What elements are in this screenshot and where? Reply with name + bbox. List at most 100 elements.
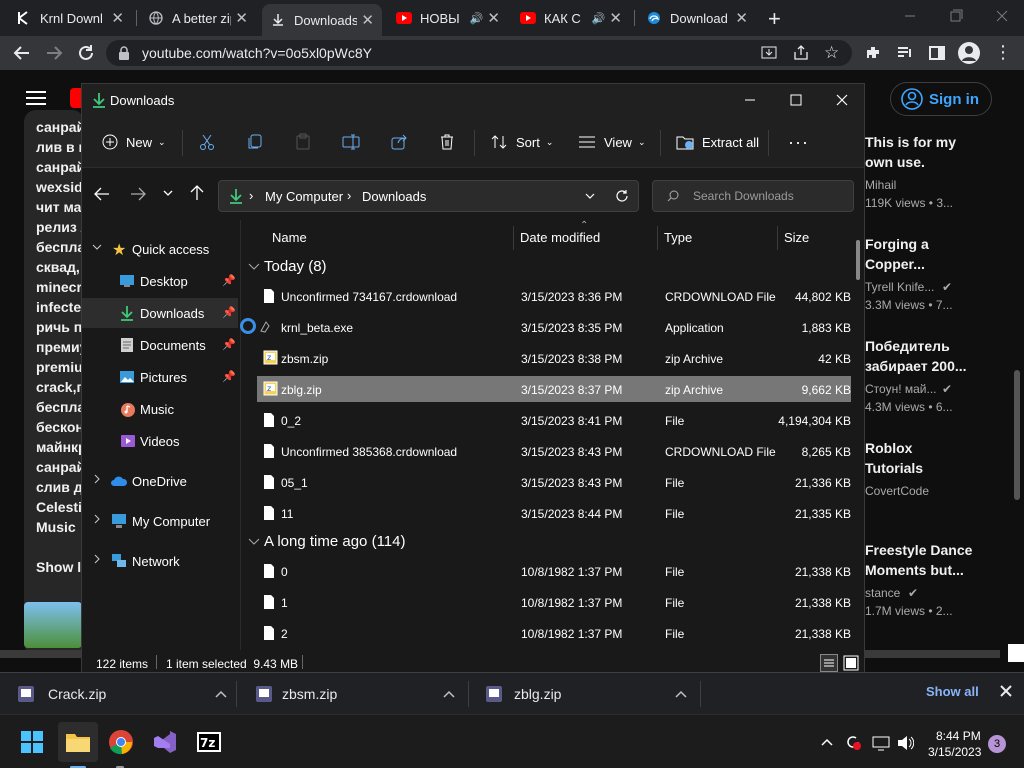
nav-item-network[interactable]: Network	[82, 546, 238, 576]
pin-icon[interactable]: 📌	[222, 338, 236, 351]
back-icon[interactable]	[94, 187, 110, 201]
install-app-icon[interactable]	[760, 44, 778, 62]
visual-studio-taskbar-icon[interactable]	[150, 727, 180, 757]
clock-date[interactable]: 3/15/2023	[928, 745, 981, 759]
more-options-icon[interactable]: ···	[788, 130, 809, 154]
explorer-titlebar[interactable]: Downloads	[82, 84, 864, 116]
file-row[interactable]: 2 10/8/1982 1:37 PM File 21,338 KB	[257, 620, 851, 640]
pane-divider[interactable]	[240, 220, 241, 650]
file-row[interactable]: 11 3/15/2023 8:44 PM File 21,335 KB	[257, 500, 851, 526]
volume-icon[interactable]	[896, 735, 914, 751]
nav-item-documents[interactable]: Documents 📌	[82, 330, 238, 360]
file-row[interactable]: z zbsm.zip 3/15/2023 8:38 PM zip Archive…	[257, 345, 851, 371]
file-row[interactable]: 0_2 3/15/2023 8:41 PM File 4,194,304 KB	[257, 407, 851, 433]
column-header-size[interactable]: Size	[784, 230, 809, 245]
profile-avatar[interactable]	[958, 42, 980, 64]
view-button[interactable]: View ⌄	[578, 130, 646, 154]
show-all-button[interactable]: Show all	[926, 684, 979, 699]
close-icon[interactable]: ✕	[609, 9, 622, 27]
forward-icon[interactable]	[130, 187, 146, 201]
delete-icon[interactable]	[438, 130, 456, 154]
file-explorer-taskbar-icon[interactable]	[58, 722, 98, 762]
close-icon[interactable]: ✕	[235, 9, 248, 27]
nav-item-pictures[interactable]: Pictures 📌	[82, 362, 238, 392]
new-button[interactable]: New ⌄	[102, 130, 166, 154]
breadcrumb-my-computer[interactable]: My Computer	[265, 189, 343, 204]
menu-icon[interactable]: ⋮	[994, 43, 1012, 61]
file-row[interactable]: 05_1 3/15/2023 8:43 PM File 21,336 KB	[257, 469, 851, 495]
video-thumbnail[interactable]	[24, 602, 82, 648]
share-icon[interactable]	[792, 44, 810, 62]
details-view-icon[interactable]	[820, 654, 838, 672]
sync-alert-icon[interactable]	[844, 733, 862, 751]
sign-in-button[interactable]: Sign in	[890, 82, 992, 116]
nav-item-music[interactable]: Music	[82, 394, 238, 424]
nav-item-my-computer[interactable]: My Computer	[82, 506, 238, 536]
recent-locations-icon[interactable]	[162, 187, 174, 199]
address-bar[interactable]: youtube.com/watch?v=0o5xl0pWc8Y ☆	[106, 40, 852, 66]
column-header-date[interactable]: Date modified	[520, 230, 600, 245]
share-icon[interactable]	[390, 130, 408, 154]
copy-icon[interactable]	[246, 130, 264, 154]
close-window-button[interactable]	[992, 6, 1012, 26]
chevron-down-icon[interactable]	[584, 191, 596, 201]
breadcrumb-downloads[interactable]: Downloads	[362, 189, 426, 204]
download-item-zbsm[interactable]: zbsm.zip	[254, 673, 456, 715]
speaker-icon[interactable]: 🔊	[470, 12, 484, 25]
file-row-selected[interactable]: z zblg.zip 3/15/2023 8:37 PM zip Archive…	[257, 376, 851, 402]
close-icon[interactable]: ✕	[111, 9, 124, 27]
file-row[interactable]: 0 10/8/1982 1:37 PM File 21,338 KB	[257, 558, 851, 584]
chevron-up-icon[interactable]	[442, 689, 456, 699]
chevron-up-icon[interactable]	[674, 689, 688, 699]
cut-icon[interactable]	[198, 130, 216, 154]
chrome-taskbar-icon[interactable]	[106, 727, 136, 757]
vertical-scrollbar[interactable]	[1014, 370, 1020, 500]
close-shelf-icon[interactable]	[998, 683, 1014, 699]
close-button[interactable]	[834, 92, 850, 108]
tab-krnl[interactable]: Krnl Downl ✕	[8, 4, 132, 32]
vertical-scrollbar[interactable]	[856, 240, 860, 280]
maximize-button[interactable]	[788, 92, 804, 108]
back-icon[interactable]	[12, 43, 32, 63]
restore-button[interactable]	[946, 6, 966, 26]
column-header-type[interactable]: Type	[664, 230, 692, 245]
up-icon[interactable]	[190, 185, 204, 201]
tab-download-edge[interactable]: Download ✕	[638, 4, 756, 32]
nav-item-quick-access[interactable]: ★ Quick access	[82, 234, 238, 264]
tab-youtube-2[interactable]: КАК С 🔊 ✕	[512, 4, 630, 32]
lock-icon[interactable]	[118, 46, 130, 60]
download-item-zblg[interactable]: zblg.zip	[484, 673, 688, 715]
extract-all-button[interactable]: Extract all	[676, 130, 759, 154]
show-less-button[interactable]: Show le	[36, 559, 84, 575]
search-input[interactable]: Search Downloads	[652, 180, 854, 212]
media-control-icon[interactable]	[896, 44, 914, 62]
forward-icon[interactable]	[44, 43, 64, 63]
chevron-up-icon[interactable]	[214, 689, 228, 699]
rename-icon[interactable]	[342, 130, 360, 154]
hamburger-icon[interactable]	[26, 90, 46, 106]
tab-better-zip[interactable]: A better zip ✕	[140, 4, 256, 32]
nav-item-desktop[interactable]: Desktop 📌	[82, 266, 238, 296]
group-header-today[interactable]: Today (8)	[248, 258, 327, 275]
sort-button[interactable]: Sort ⌄	[490, 130, 553, 154]
side-panel-icon[interactable]	[928, 44, 946, 62]
file-row[interactable]: Unconfirmed 385368.crdownload 3/15/2023 …	[257, 438, 851, 464]
close-icon[interactable]: ✕	[735, 9, 748, 27]
nav-item-videos[interactable]: Videos	[82, 426, 238, 456]
download-item-crack[interactable]: Crack.zip	[16, 673, 228, 715]
reload-icon[interactable]	[76, 43, 96, 63]
nav-item-onedrive[interactable]: OneDrive	[82, 466, 238, 496]
file-row[interactable]: Unconfirmed 734167.crdownload 3/15/2023 …	[257, 283, 851, 309]
file-row[interactable]: 1 10/8/1982 1:37 PM File 21,338 KB	[257, 589, 851, 615]
tab-downloads[interactable]: Downloads ✕	[262, 4, 382, 36]
tab-youtube-1[interactable]: НОВЫ 🔊 ✕	[388, 4, 508, 32]
refresh-icon[interactable]	[615, 189, 629, 203]
tiles-view-icon[interactable]	[842, 654, 860, 672]
notification-badge[interactable]: 3	[988, 735, 1006, 753]
chevron-up-icon[interactable]	[820, 737, 834, 747]
address-bar[interactable]: › My Computer › Downloads	[218, 180, 639, 212]
speaker-icon[interactable]: 🔊	[592, 12, 606, 25]
minimize-button[interactable]	[900, 6, 920, 26]
extensions-icon[interactable]	[864, 44, 882, 62]
minimize-button[interactable]	[742, 92, 758, 108]
